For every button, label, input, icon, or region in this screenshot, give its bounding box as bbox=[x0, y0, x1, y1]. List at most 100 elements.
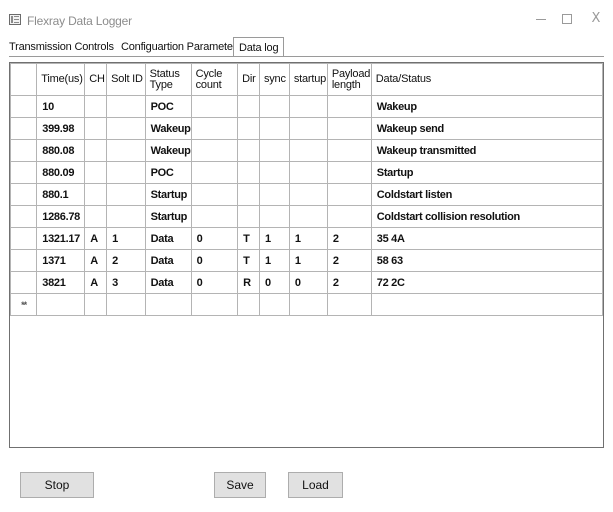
tab-data-log[interactable]: Data log bbox=[233, 37, 285, 57]
dir-cell[interactable] bbox=[237, 117, 260, 140]
payload-length-cell[interactable] bbox=[326, 183, 372, 206]
time-cell[interactable]: 399.98 bbox=[36, 117, 86, 140]
slot-id-header[interactable]: Solt ID bbox=[106, 63, 146, 96]
startup-cell[interactable] bbox=[288, 117, 328, 140]
status-type-cell[interactable]: Data bbox=[144, 227, 192, 250]
channel-cell[interactable]: A bbox=[84, 227, 108, 250]
table-row[interactable]: 1286.78 Startup Coldstart collision resolu… bbox=[10, 205, 603, 228]
sync-cell[interactable]: 1 bbox=[258, 227, 290, 250]
table-row[interactable]: 399.98 Wakeup Wakeup send bbox=[10, 117, 603, 140]
cycle-count-cell[interactable] bbox=[190, 117, 239, 140]
payload-length-cell[interactable] bbox=[326, 95, 372, 118]
row-selector[interactable] bbox=[10, 161, 38, 184]
sync-cell[interactable]: 0 bbox=[258, 271, 290, 294]
channel-cell[interactable]: A bbox=[84, 271, 108, 294]
startup-cell[interactable] bbox=[288, 205, 328, 228]
time-cell[interactable]: 1321.17 bbox=[36, 227, 86, 250]
slot-id-cell[interactable] bbox=[106, 183, 146, 206]
time-cell[interactable]: 10 bbox=[36, 95, 86, 118]
dir-cell[interactable]: T bbox=[237, 227, 260, 250]
data-status-cell[interactable]: 35 4A bbox=[370, 227, 603, 250]
sync-cell[interactable] bbox=[258, 117, 290, 140]
new-row-cell[interactable] bbox=[258, 293, 290, 316]
dir-cell[interactable] bbox=[237, 139, 260, 162]
cycle-count-cell[interactable] bbox=[190, 139, 239, 162]
row-selector[interactable] bbox=[10, 139, 38, 162]
data-status-header[interactable]: Data/Status bbox=[370, 63, 603, 96]
slot-id-cell[interactable]: 2 bbox=[106, 249, 146, 272]
channel-cell[interactable] bbox=[84, 117, 108, 140]
data-status-cell[interactable]: Startup bbox=[370, 161, 603, 184]
row-selector[interactable] bbox=[10, 117, 38, 140]
startup-cell[interactable] bbox=[288, 139, 328, 162]
new-row-cell[interactable] bbox=[237, 293, 260, 316]
slot-id-cell[interactable]: 1 bbox=[106, 227, 146, 250]
slot-id-cell[interactable] bbox=[106, 117, 146, 140]
payload-length-cell[interactable]: 2 bbox=[326, 271, 372, 294]
new-row-cell[interactable] bbox=[190, 293, 239, 316]
cycle-count-cell[interactable]: 0 bbox=[190, 271, 239, 294]
status-type-cell[interactable]: Data bbox=[144, 249, 192, 272]
dir-cell[interactable] bbox=[237, 95, 260, 118]
close-button[interactable]: X bbox=[584, 8, 608, 30]
table-row[interactable]: 880.1 Startup Coldstart listen bbox=[10, 183, 603, 206]
stop-button[interactable]: Stop bbox=[20, 472, 94, 498]
new-row-marker[interactable]: ** bbox=[10, 293, 38, 316]
sync-cell[interactable] bbox=[258, 95, 290, 118]
status-type-cell[interactable]: POC bbox=[144, 161, 192, 184]
time-cell[interactable]: 1371 bbox=[36, 249, 86, 272]
slot-id-cell[interactable] bbox=[106, 95, 146, 118]
row-selector[interactable] bbox=[10, 227, 38, 250]
channel-cell[interactable] bbox=[84, 161, 108, 184]
status-type-cell[interactable]: Wakeup bbox=[144, 117, 192, 140]
cycle-count-cell[interactable] bbox=[190, 205, 239, 228]
channel-cell[interactable] bbox=[84, 183, 108, 206]
data-status-cell[interactable]: Coldstart collision resolution bbox=[370, 205, 603, 228]
minimize-button[interactable] bbox=[530, 8, 554, 30]
row-selector[interactable] bbox=[10, 95, 38, 118]
table-row[interactable]: 880.08 Wakeup Wakeup transmitted bbox=[10, 139, 603, 162]
row-selector-header[interactable] bbox=[10, 63, 38, 96]
sync-cell[interactable]: 1 bbox=[258, 249, 290, 272]
channel-header[interactable]: CH bbox=[84, 63, 108, 96]
startup-cell[interactable] bbox=[288, 95, 328, 118]
status-type-cell[interactable]: Wakeup bbox=[144, 139, 192, 162]
tab-transmission-controls[interactable]: Transmission Controls bbox=[9, 41, 114, 53]
row-selector[interactable] bbox=[10, 271, 38, 294]
data-status-cell[interactable]: 58 63 bbox=[370, 249, 603, 272]
startup-cell[interactable]: 1 bbox=[288, 249, 328, 272]
dir-cell[interactable]: R bbox=[237, 271, 260, 294]
data-status-cell[interactable]: Coldstart listen bbox=[370, 183, 603, 206]
dir-header[interactable]: Dir bbox=[237, 63, 260, 96]
sync-header[interactable]: sync bbox=[258, 63, 290, 96]
time-header[interactable]: Time(us) bbox=[36, 63, 86, 96]
payload-length-header[interactable]: Payload length bbox=[326, 63, 372, 96]
cycle-count-cell[interactable]: 0 bbox=[190, 227, 239, 250]
data-status-cell[interactable]: Wakeup send bbox=[370, 117, 603, 140]
dir-cell[interactable] bbox=[237, 161, 260, 184]
payload-length-cell[interactable] bbox=[326, 205, 372, 228]
dir-cell[interactable]: T bbox=[237, 249, 260, 272]
table-row[interactable]: 880.09 POC Startup bbox=[10, 161, 603, 184]
sync-cell[interactable] bbox=[258, 183, 290, 206]
new-row-cell[interactable] bbox=[144, 293, 192, 316]
channel-cell[interactable] bbox=[84, 205, 108, 228]
data-status-cell[interactable]: Wakeup bbox=[370, 95, 603, 118]
time-cell[interactable]: 1286.78 bbox=[36, 205, 86, 228]
row-selector[interactable] bbox=[10, 249, 38, 272]
cycle-count-cell[interactable] bbox=[190, 183, 239, 206]
save-button[interactable]: Save bbox=[214, 472, 266, 498]
maximize-button[interactable] bbox=[555, 8, 579, 30]
new-row-cell[interactable] bbox=[84, 293, 108, 316]
slot-id-cell[interactable] bbox=[106, 139, 146, 162]
new-row[interactable]: ** bbox=[10, 293, 603, 316]
startup-header[interactable]: startup bbox=[288, 63, 328, 96]
table-row[interactable]: 1321.17 A 1 Data 0 T 1 1 2 35 4A bbox=[10, 227, 603, 250]
load-button[interactable]: Load bbox=[288, 472, 343, 498]
payload-length-cell[interactable]: 2 bbox=[326, 227, 372, 250]
new-row-cell[interactable] bbox=[326, 293, 372, 316]
startup-cell[interactable] bbox=[288, 183, 328, 206]
sync-cell[interactable] bbox=[258, 161, 290, 184]
status-type-cell[interactable]: Startup bbox=[144, 205, 192, 228]
sync-cell[interactable] bbox=[258, 139, 290, 162]
